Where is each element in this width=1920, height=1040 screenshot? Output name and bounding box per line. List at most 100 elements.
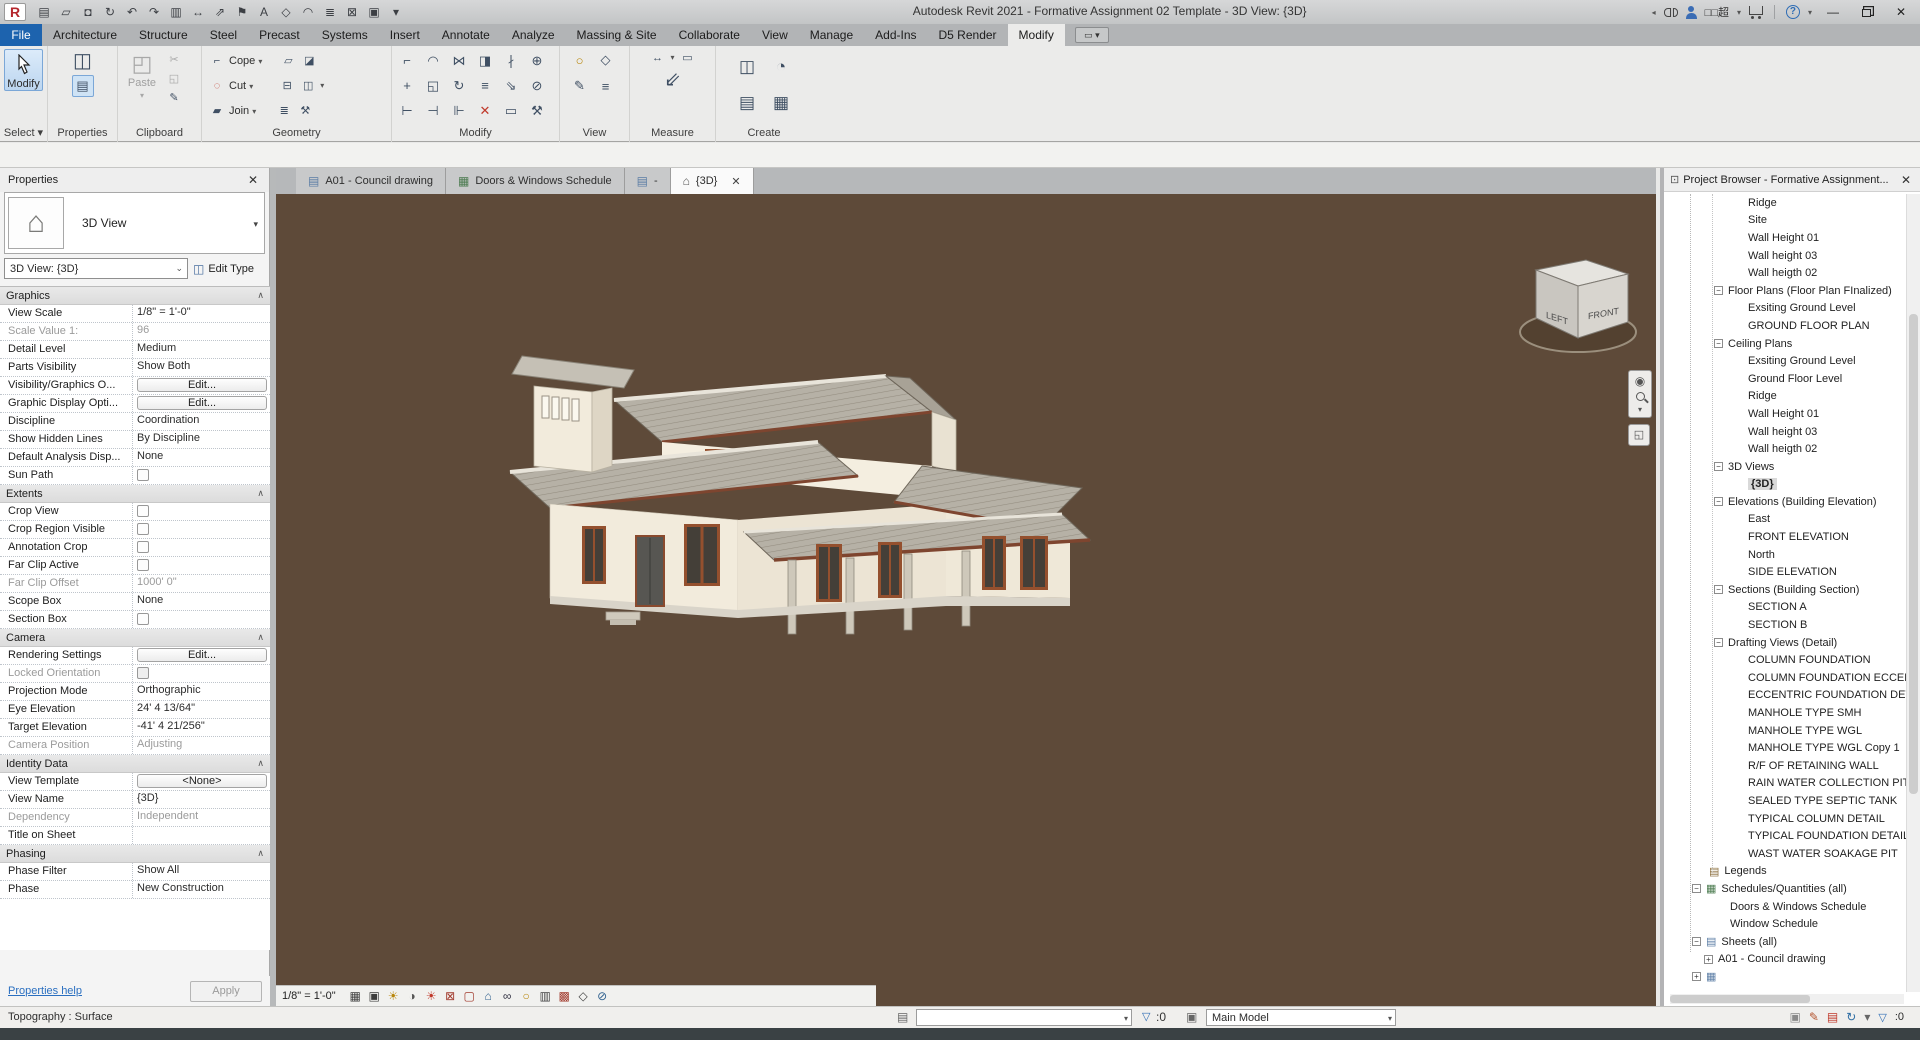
minimize-button[interactable]: — — [1820, 2, 1846, 22]
tree-item[interactable]: SECTION B — [1664, 616, 1906, 634]
modify-tool-icon[interactable]: ⋈ — [446, 48, 472, 73]
property-value[interactable]: Edit... — [132, 395, 270, 412]
qat-icon[interactable]: ↶ — [122, 3, 142, 21]
qat-icon[interactable]: ⊠ — [342, 3, 362, 21]
qat-icon[interactable]: ↷ — [144, 3, 164, 21]
tree-item[interactable]: {3D} — [1664, 476, 1906, 494]
panel-label-modify[interactable]: Modify — [392, 126, 559, 142]
design-options-dropdown[interactable]: Main Model▾ — [1206, 1009, 1396, 1026]
paint-icon[interactable]: ▰ — [208, 102, 226, 119]
property-checkbox[interactable] — [137, 523, 149, 535]
qat-icon[interactable]: ◠ — [298, 3, 318, 21]
property-value[interactable]: New Construction — [132, 881, 270, 898]
view-cube[interactable]: LEFT FRONT — [1516, 250, 1646, 362]
match-type-properties-icon[interactable]: ✎ — [165, 89, 183, 106]
panel-label-properties[interactable]: Properties — [48, 126, 117, 142]
modify-tool-icon[interactable]: ⊣ — [420, 98, 446, 123]
demolish-hammer-icon[interactable]: ⚒ — [296, 102, 314, 119]
panel-label-geometry[interactable]: Geometry — [202, 126, 391, 142]
tree-expand-icon[interactable]: − — [1714, 339, 1723, 348]
help-menu-caret-icon[interactable]: ▾ — [1808, 8, 1812, 17]
qat-icon[interactable]: ▾ — [386, 3, 406, 21]
zoom-icon[interactable] — [1636, 392, 1645, 401]
pan-tool-icon[interactable]: ◱ — [1628, 424, 1650, 446]
property-value[interactable] — [132, 611, 270, 628]
editable-filter-icon[interactable]: ▽ — [1142, 1010, 1150, 1023]
wall-opening-icon[interactable]: ⊟ — [278, 77, 296, 94]
tree-item[interactable]: Doors & Windows Schedule — [1664, 898, 1906, 916]
view-control-icon[interactable]: ◑ — [403, 988, 422, 1005]
modify-tool-icon[interactable]: ⇘ — [498, 73, 524, 98]
user-menu-caret-icon[interactable]: ▾ — [1737, 8, 1741, 17]
qat-icon[interactable]: ↔ — [188, 3, 208, 21]
qat-icon[interactable]: A — [254, 3, 274, 21]
statusbar-icon[interactable]: ▣ — [1790, 1010, 1801, 1024]
ribbon-tab[interactable]: Steel — [199, 24, 248, 46]
tree-item[interactable]: SECTION A — [1664, 599, 1906, 617]
qat-icon[interactable]: ≣ — [320, 3, 340, 21]
property-checkbox[interactable] — [137, 613, 149, 625]
tree-item[interactable]: Ridge — [1664, 194, 1906, 212]
property-section-header[interactable]: Identity Data ∧ — [0, 755, 270, 773]
tree-item[interactable]: Wall heigth 02 — [1664, 440, 1906, 458]
help-icon[interactable]: ? — [1786, 5, 1800, 19]
statusbar-icon[interactable]: ▾ — [1864, 1010, 1870, 1024]
cope-icon[interactable]: ⌐ — [208, 52, 226, 69]
property-value[interactable]: Show Both — [132, 359, 270, 376]
tree-item[interactable]: Ground Floor Level — [1664, 370, 1906, 388]
tree-item[interactable]: North — [1664, 546, 1906, 564]
tree-item[interactable]: ▤ Legends — [1664, 863, 1906, 881]
property-value[interactable]: Edit... — [132, 377, 270, 394]
property-value[interactable]: Coordination — [132, 413, 270, 430]
tree-item[interactable]: − ▦ Schedules/Quantities (all) — [1664, 880, 1906, 898]
tree-item[interactable]: − 3D Views — [1664, 458, 1906, 476]
tree-item[interactable]: SEALED TYPE SEPTIC TANK — [1664, 792, 1906, 810]
dimension-tool-icon[interactable]: ▭ — [679, 49, 697, 66]
create-tool-icon[interactable]: ▤ — [736, 92, 758, 114]
property-value[interactable] — [132, 503, 270, 520]
qat-icon[interactable]: ↻ — [100, 3, 120, 21]
view-control-icon[interactable]: ▣ — [365, 988, 384, 1005]
property-value[interactable]: 1/8" = 1'-0" — [132, 305, 270, 322]
tree-item[interactable]: Exsiting Ground Level — [1664, 300, 1906, 318]
scrollbar-thumb[interactable] — [1670, 995, 1810, 1003]
ribbon-tab[interactable]: Structure — [128, 24, 199, 46]
join-button[interactable]: Join ▾ — [229, 105, 256, 117]
view-control-icon[interactable]: ▥ — [536, 988, 555, 1005]
scrollbar-thumb[interactable] — [1909, 314, 1918, 794]
property-section-header[interactable]: Extents ∧ — [0, 485, 270, 503]
tree-item[interactable]: Wall Height 01 — [1664, 229, 1906, 247]
property-value[interactable] — [132, 467, 270, 484]
view-tool-icon[interactable]: ○ — [569, 49, 591, 71]
measure-between-icon[interactable]: ↔ — [648, 49, 666, 66]
property-checkbox[interactable] — [137, 667, 149, 679]
property-edit-button[interactable]: Edit... — [137, 396, 267, 410]
paste-button[interactable]: ◰ Paste ▾ — [122, 49, 162, 100]
property-value[interactable]: Edit... — [132, 647, 270, 664]
tree-expand-icon[interactable]: + — [1692, 972, 1701, 981]
worksets-icon[interactable]: ▤ — [897, 1010, 908, 1024]
element-selector[interactable]: 3D View: {3D} ⌄ — [4, 258, 188, 279]
tree-expand-icon[interactable]: + — [1704, 955, 1713, 964]
ribbon-tab[interactable]: View — [751, 24, 799, 46]
ribbon-tab[interactable]: Analyze — [501, 24, 566, 46]
modify-tool-icon[interactable]: ⊕ — [524, 48, 550, 73]
view-tool-icon[interactable]: ◇ — [595, 49, 617, 71]
tree-item[interactable]: ECCENTRIC FOUNDATION DETAIL — [1664, 687, 1906, 705]
view-tab[interactable]: ▤ A01 - Council drawing — [296, 168, 446, 194]
property-value[interactable]: Show All — [132, 863, 270, 880]
property-section-header[interactable]: Phasing ∧ — [0, 845, 270, 863]
ribbon-tab[interactable]: Architecture — [42, 24, 128, 46]
view-control-icon[interactable]: ▢ — [460, 988, 479, 1005]
tree-item[interactable]: + ▦ — [1664, 968, 1906, 986]
apply-button[interactable]: Apply — [190, 981, 262, 1002]
property-value[interactable]: <None> — [132, 773, 270, 790]
property-checkbox[interactable] — [137, 541, 149, 553]
qat-icon[interactable]: ▣ — [364, 3, 384, 21]
property-edit-button[interactable]: Edit... — [137, 378, 267, 392]
property-edit-button[interactable]: Edit... — [137, 648, 267, 662]
tree-item[interactable]: Wall heigth 02 — [1664, 264, 1906, 282]
view-control-icon[interactable]: ⌂ — [479, 988, 498, 1005]
view-control-icon[interactable]: ◇ — [574, 988, 593, 1005]
property-edit-button[interactable]: <None> — [137, 774, 267, 788]
